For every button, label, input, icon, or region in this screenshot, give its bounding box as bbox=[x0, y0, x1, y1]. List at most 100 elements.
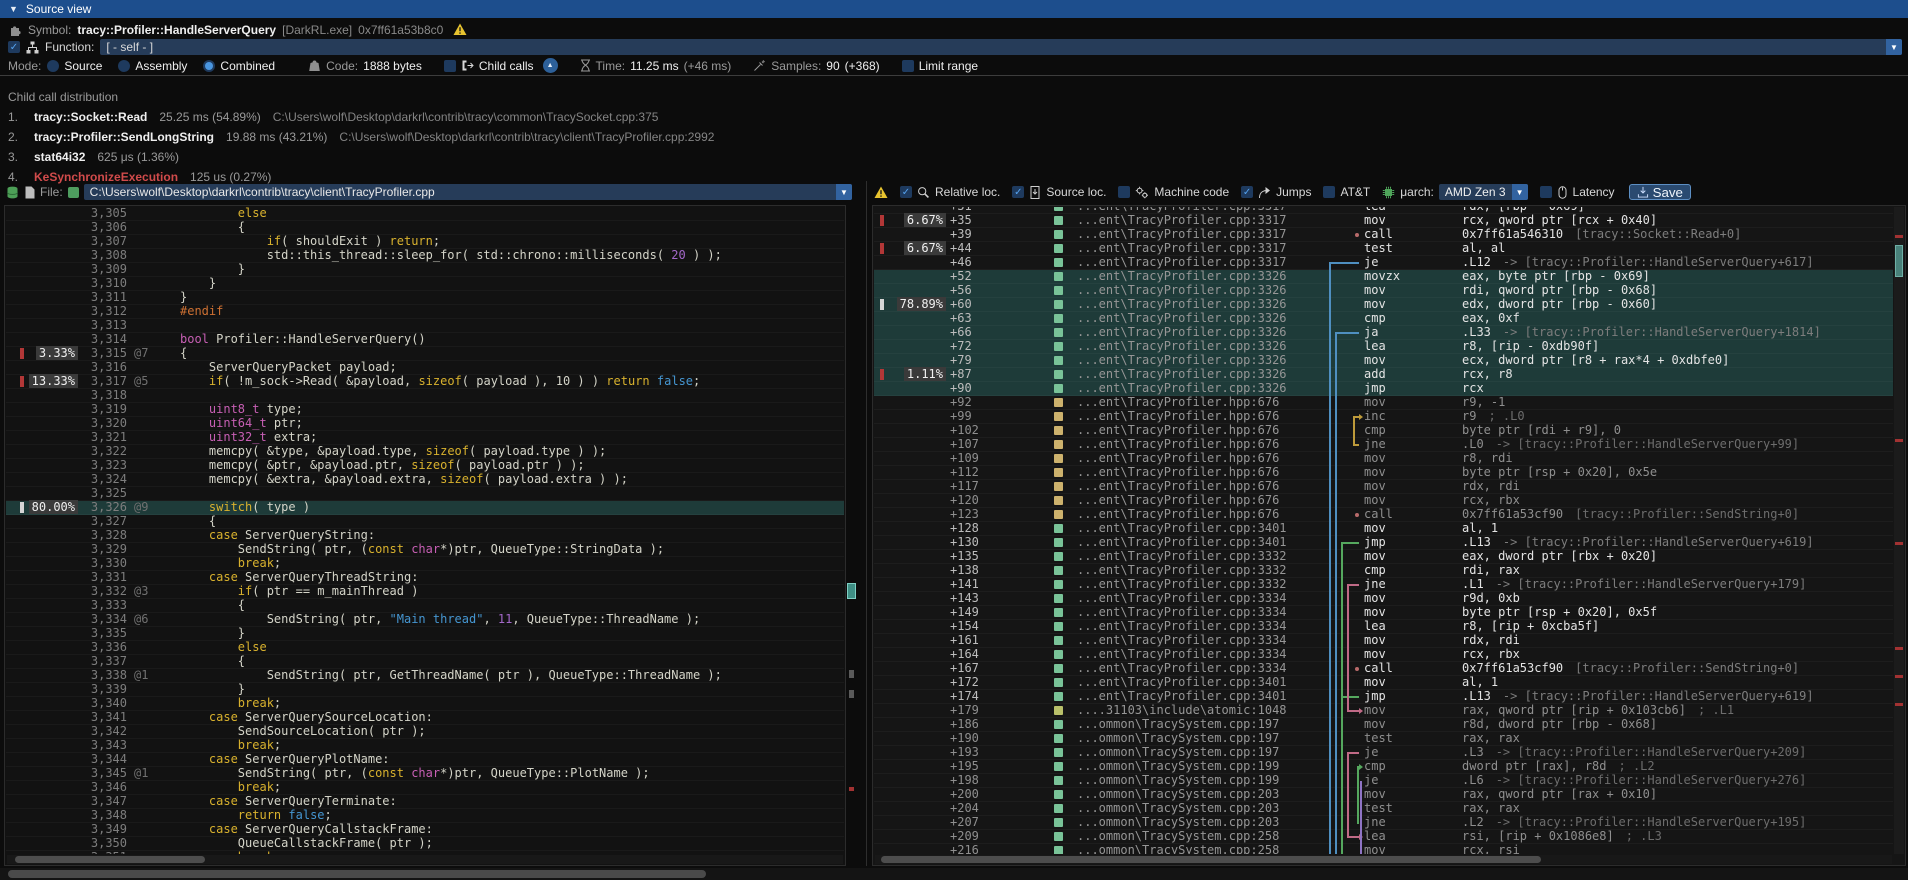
source-location[interactable]: ...ent\TracyProfiler.cpp:3332 bbox=[1077, 564, 1287, 577]
source-location[interactable]: ...ommon\TracySystem.cpp:199 bbox=[1077, 774, 1279, 787]
asm-row[interactable]: 1.11%+87...ent\TracyProfiler.cpp:3326add… bbox=[874, 368, 1893, 382]
source-location[interactable]: ...ent\TracyProfiler.cpp:3317 bbox=[1077, 214, 1287, 227]
source-line[interactable]: 3,322 memcpy( &type, &payload.type, size… bbox=[6, 445, 844, 459]
source-location[interactable]: ...ent\TracyProfiler.cpp:3317 bbox=[1077, 228, 1287, 241]
source-line[interactable]: 3,332@3 if( ptr == m_mainThread ) bbox=[6, 585, 844, 599]
att-checkbox[interactable]: ✓ bbox=[1323, 186, 1335, 198]
source-location[interactable]: ...ent\TracyProfiler.cpp:3326 bbox=[1077, 368, 1287, 381]
source-location[interactable]: ...ent\TracyProfiler.hpp:676 bbox=[1077, 438, 1279, 451]
source-line[interactable]: 3,306 { bbox=[6, 221, 844, 235]
asm-row[interactable]: +92...ent\TracyProfiler.hpp:676movr9, -1 bbox=[874, 396, 1893, 410]
source-location[interactable]: ...ent\TracyProfiler.cpp:3326 bbox=[1077, 284, 1287, 297]
source-location[interactable]: ...ent\TracyProfiler.cpp:3326 bbox=[1077, 326, 1287, 339]
collapse-icon[interactable]: ▼ bbox=[9, 4, 18, 14]
source-line[interactable]: 3,311} bbox=[6, 291, 844, 305]
source-line[interactable]: 3,346 break; bbox=[6, 781, 844, 795]
source-location[interactable]: ...ommon\TracySystem.cpp:203 bbox=[1077, 788, 1279, 801]
source-line[interactable]: 3,312#endif bbox=[6, 305, 844, 319]
asm-row[interactable]: +120...ent\TracyProfiler.hpp:676movrcx, … bbox=[874, 494, 1893, 508]
source-line[interactable]: 3,320 uint64_t ptr; bbox=[6, 417, 844, 431]
source-line[interactable]: 3,319 uint8_t type; bbox=[6, 403, 844, 417]
source-line[interactable]: 3,348 return false; bbox=[6, 809, 844, 823]
source-line[interactable]: 3,324 memcpy( &extra, &payload.extra, si… bbox=[6, 473, 844, 487]
source-location[interactable]: ...ent\TracyProfiler.cpp:3326 bbox=[1077, 354, 1287, 367]
radio-icon[interactable] bbox=[203, 60, 215, 72]
source-line[interactable]: 3,307 if( shouldExit ) return; bbox=[6, 235, 844, 249]
source-location[interactable]: ...ent\TracyProfiler.hpp:676 bbox=[1077, 452, 1279, 465]
asm-row[interactable]: +109...ent\TracyProfiler.hpp:676movr8, r… bbox=[874, 452, 1893, 466]
asm-row[interactable]: +207...ommon\TracySystem.cpp:203jne.L2->… bbox=[874, 816, 1893, 830]
asm-row[interactable]: +161...ent\TracyProfiler.cpp:3334movrdx,… bbox=[874, 634, 1893, 648]
asm-row[interactable]: +135...ent\TracyProfiler.cpp:3332moveax,… bbox=[874, 550, 1893, 564]
asm-row[interactable]: +172...ent\TracyProfiler.cpp:3401moval, … bbox=[874, 676, 1893, 690]
asm-row[interactable]: +117...ent\TracyProfiler.hpp:676movrdx, … bbox=[874, 480, 1893, 494]
source-location[interactable]: ...ent\TracyProfiler.cpp:3334 bbox=[1077, 606, 1287, 619]
source-line[interactable]: 3,329 SendString( ptr, (const char*)ptr,… bbox=[6, 543, 844, 557]
source-line[interactable]: 3,333 { bbox=[6, 599, 844, 613]
asm-row[interactable]: +216...ommon\TracySystem.cpp:258movrcx, … bbox=[874, 844, 1893, 854]
asm-row[interactable]: +72...ent\TracyProfiler.cpp:3326lear8, [… bbox=[874, 340, 1893, 354]
scrollbar-thumb[interactable] bbox=[881, 856, 1541, 863]
mode-radio-source[interactable]: Source bbox=[47, 59, 102, 73]
asm-row[interactable]: +149...ent\TracyProfiler.cpp:3334movbyte… bbox=[874, 606, 1893, 620]
scrollbar-thumb[interactable] bbox=[1895, 245, 1903, 277]
child-call-item[interactable]: 3.stat64i32625 μs (1.36%) bbox=[8, 149, 191, 164]
source-line[interactable]: 3,331 case ServerQueryThreadString: bbox=[6, 571, 844, 585]
asm-row[interactable]: +107...ent\TracyProfiler.hpp:676jne.L0->… bbox=[874, 438, 1893, 452]
source-location[interactable]: ...ent\TracyProfiler.cpp:3334 bbox=[1077, 662, 1287, 675]
asm-row[interactable]: 78.89%+60...ent\TracyProfiler.cpp:3326mo… bbox=[874, 298, 1893, 312]
asm-row[interactable]: +193...ommon\TracySystem.cpp:197je.L3-> … bbox=[874, 746, 1893, 760]
source-location[interactable]: ...ommon\TracySystem.cpp:203 bbox=[1077, 802, 1279, 815]
source-line[interactable]: 3,308 std::this_thread::sleep_for( std::… bbox=[6, 249, 844, 263]
source-location[interactable]: ...ent\TracyProfiler.hpp:676 bbox=[1077, 494, 1279, 507]
asm-row[interactable]: +138...ent\TracyProfiler.cpp:3332cmprdi,… bbox=[874, 564, 1893, 578]
asm-row[interactable]: +204...ommon\TracySystem.cpp:203testrax,… bbox=[874, 802, 1893, 816]
asm-row[interactable]: +200...ommon\TracySystem.cpp:203movrax, … bbox=[874, 788, 1893, 802]
machine-code-checkbox[interactable]: ✓ bbox=[1118, 186, 1130, 198]
asm-row[interactable]: +195...ommon\TracySystem.cpp:199cmpdword… bbox=[874, 760, 1893, 774]
source-location[interactable]: ...ent\TracyProfiler.cpp:3317 bbox=[1077, 242, 1287, 255]
source-line[interactable]: 3,318 bbox=[6, 389, 844, 403]
source-line[interactable]: 3,347 case ServerQueryTerminate: bbox=[6, 795, 844, 809]
source-location[interactable]: ...ommon\TracySystem.cpp:197 bbox=[1077, 746, 1279, 759]
source-line[interactable]: 3,328 case ServerQueryString: bbox=[6, 529, 844, 543]
source-line[interactable]: 3,336 else bbox=[6, 641, 844, 655]
latency-checkbox[interactable]: ✓ bbox=[1540, 186, 1552, 198]
radio-icon[interactable] bbox=[118, 60, 130, 72]
source-location[interactable]: ...ent\TracyProfiler.cpp:3334 bbox=[1077, 648, 1287, 661]
source-line[interactable]: 3,316 ServerQueryPacket payload; bbox=[6, 361, 844, 375]
source-location[interactable]: ...ent\TracyProfiler.cpp:3332 bbox=[1077, 550, 1287, 563]
source-line[interactable]: 3,337 { bbox=[6, 655, 844, 669]
source-location[interactable]: ...ent\TracyProfiler.hpp:676 bbox=[1077, 466, 1279, 479]
source-location[interactable]: ...ent\TracyProfiler.cpp:3326 bbox=[1077, 270, 1287, 283]
asm-row[interactable]: +154...ent\TracyProfiler.cpp:3334lear8, … bbox=[874, 620, 1893, 634]
source-location[interactable]: ...ommon\TracySystem.cpp:258 bbox=[1077, 830, 1279, 843]
source-line[interactable]: 3,305 else bbox=[6, 207, 844, 221]
source-line[interactable]: 3,313 bbox=[6, 319, 844, 333]
asm-row[interactable]: +112...ent\TracyProfiler.hpp:676movbyte … bbox=[874, 466, 1893, 480]
source-location[interactable]: ...ent\TracyProfiler.cpp:3332 bbox=[1077, 578, 1287, 591]
jumps-checkbox[interactable]: ✓ bbox=[1241, 186, 1253, 198]
asm-row[interactable]: +198...ommon\TracySystem.cpp:199je.L6-> … bbox=[874, 774, 1893, 788]
source-line[interactable]: 3,314bool Profiler::HandleServerQuery() bbox=[6, 333, 844, 347]
function-dropdown[interactable]: [ - self - ] ▼ bbox=[100, 39, 1902, 55]
source-loc-checkbox[interactable]: ✓ bbox=[1012, 186, 1024, 198]
asm-row[interactable]: +99...ent\TracyProfiler.hpp:676incr9; .L… bbox=[874, 410, 1893, 424]
file-dropdown[interactable]: C:\Users\wolf\Desktop\darkrl\contrib\tra… bbox=[84, 184, 852, 200]
source-v-scrollbar[interactable] bbox=[847, 205, 856, 866]
mode-radio-combined[interactable]: Combined bbox=[203, 59, 275, 73]
source-location[interactable]: ...ent\TracyProfiler.cpp:3326 bbox=[1077, 298, 1287, 311]
title-bar[interactable]: ▼ Source view bbox=[0, 0, 1908, 18]
asm-row[interactable]: +167...ent\TracyProfiler.cpp:3334call0x7… bbox=[874, 662, 1893, 676]
source-line[interactable]: 3,341 case ServerQuerySourceLocation: bbox=[6, 711, 844, 725]
limit-range-checkbox[interactable]: ✓ bbox=[902, 60, 914, 72]
scrollbar-thumb[interactable] bbox=[8, 870, 706, 878]
source-line[interactable]: 3.33%3,315@7{ bbox=[6, 347, 844, 361]
source-line[interactable]: 3,344 case ServerQueryPlotName: bbox=[6, 753, 844, 767]
source-line[interactable]: 3,340 break; bbox=[6, 697, 844, 711]
window-h-scrollbar[interactable] bbox=[0, 868, 1908, 880]
source-line[interactable]: 3,310 } bbox=[6, 277, 844, 291]
radio-icon[interactable] bbox=[47, 60, 59, 72]
source-line[interactable]: 3,325 bbox=[6, 487, 844, 501]
asm-row[interactable]: +130...ent\TracyProfiler.cpp:3401jmp.L13… bbox=[874, 536, 1893, 550]
